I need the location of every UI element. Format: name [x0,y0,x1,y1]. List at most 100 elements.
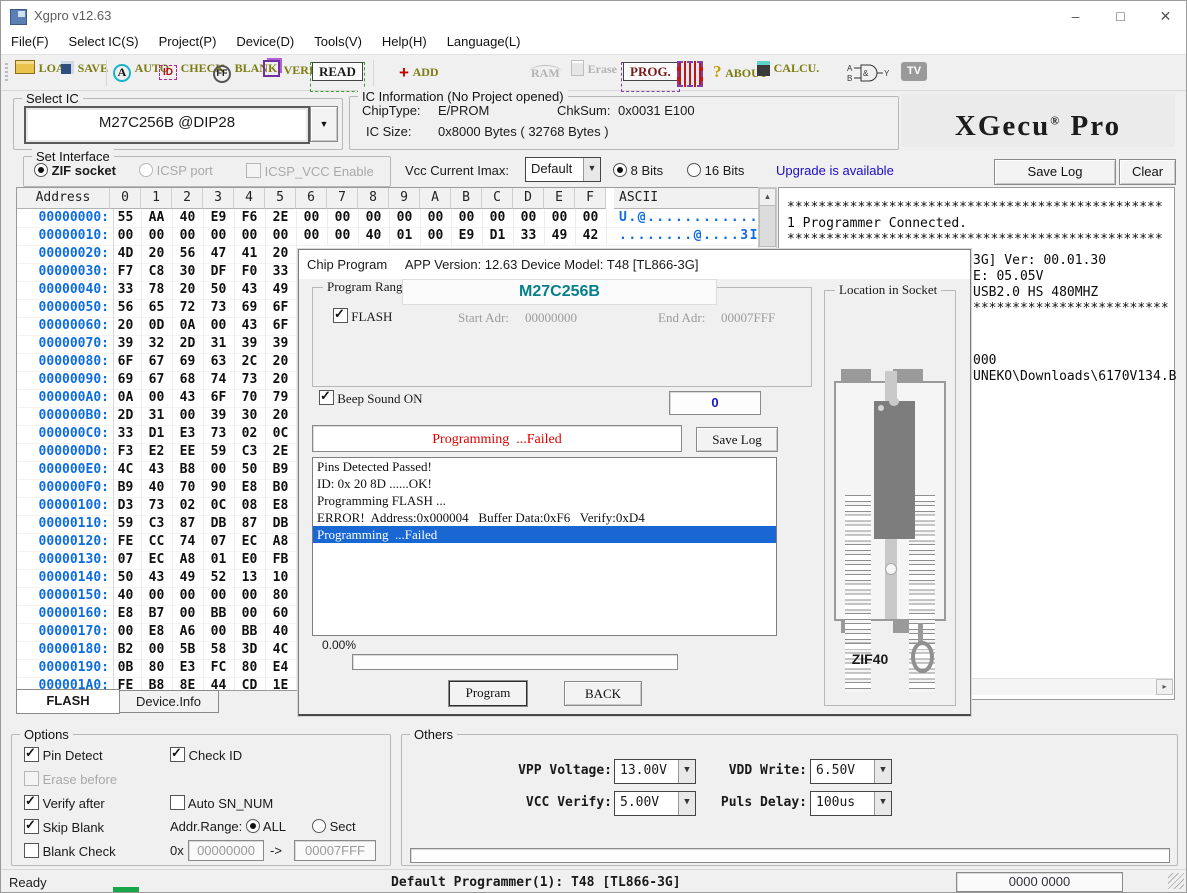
hex-byte[interactable]: CD [234,677,266,691]
hex-byte[interactable]: 49 [172,569,204,587]
hex-byte[interactable]: CC [141,533,173,551]
hex-byte[interactable]: 68 [172,371,204,389]
selected-ic-display[interactable]: M27C256B @DIP28 [24,106,310,144]
calcu-button[interactable]: CALCU. [757,60,819,86]
hex-byte[interactable]: 69 [234,299,266,317]
verify-after-checkbox[interactable]: Verify after [24,795,105,811]
maximize-button[interactable]: □ [1098,1,1143,31]
hex-byte[interactable]: 00 [203,317,235,335]
hex-byte[interactable]: 31 [203,335,235,353]
hex-byte[interactable]: 40 [358,227,390,245]
hex-byte[interactable]: 00 [296,209,328,227]
hex-byte[interactable]: 00 [544,209,576,227]
hex-byte[interactable]: 00 [141,587,173,605]
hex-byte[interactable]: 6F [265,299,297,317]
hex-byte[interactable]: 58 [203,641,235,659]
hex-byte[interactable]: 00 [203,227,235,245]
hex-byte[interactable]: 47 [203,245,235,263]
hex-byte[interactable]: FB [265,551,297,569]
hex-byte[interactable]: D1 [482,227,514,245]
hex-byte[interactable]: 30 [172,263,204,281]
hex-byte[interactable]: 00 [203,587,235,605]
hex-byte[interactable]: E3 [172,659,204,677]
hex-byte[interactable]: 80 [234,659,266,677]
hex-byte[interactable]: 73 [234,371,266,389]
hex-byte[interactable]: 50 [110,569,142,587]
vpp-voltage-combo[interactable]: 13.00V▼ [614,759,696,784]
hex-byte[interactable]: F3 [110,443,142,461]
dialog-log-list[interactable]: Pins Detected Passed!ID: 0x 20 8D ......… [312,457,777,636]
hex-byte[interactable]: 78 [141,281,173,299]
hex-byte[interactable]: B0 [265,479,297,497]
hex-byte[interactable]: D1 [141,425,173,443]
hex-byte[interactable]: 40 [172,209,204,227]
hex-byte[interactable]: 00 [172,227,204,245]
auto-sn-checkbox[interactable]: Auto SN_NUM [170,795,273,811]
hex-byte[interactable]: 2D [172,335,204,353]
hex-byte[interactable]: 72 [172,299,204,317]
menu-item-projectp[interactable]: Project(P) [149,31,227,54]
vcc-imax-combo[interactable]: Default ▼ [525,157,601,182]
hex-byte[interactable]: 43 [234,281,266,299]
hex-byte[interactable]: 43 [234,317,266,335]
logic-gate-button[interactable]: AB & Y [847,63,891,89]
dialog-log-item[interactable]: ERROR! Address:0x000004 Buffer Data:0xF6… [313,509,776,526]
hex-byte[interactable]: 13 [234,569,266,587]
hex-byte[interactable]: C3 [234,443,266,461]
hex-byte[interactable]: 50 [203,281,235,299]
hex-byte[interactable]: 00 [172,605,204,623]
hex-byte[interactable]: 59 [203,443,235,461]
hex-byte[interactable]: 79 [265,389,297,407]
read-button[interactable]: READ [310,62,365,92]
hex-byte[interactable]: 59 [110,515,142,533]
hex-byte[interactable]: 55 [110,209,142,227]
hex-byte[interactable]: 00 [234,227,266,245]
hex-byte[interactable]: 42 [575,227,607,245]
hex-byte[interactable]: 30 [234,407,266,425]
hex-byte[interactable]: EC [234,533,266,551]
hex-byte[interactable]: 4D [110,245,142,263]
hex-byte[interactable]: 0C [203,497,235,515]
bits16-radio[interactable]: 16 Bits [687,163,744,178]
hex-byte[interactable]: 00 [110,227,142,245]
hex-byte[interactable]: DB [265,515,297,533]
hex-byte[interactable]: B9 [265,461,297,479]
hex-byte[interactable]: 2D [110,407,142,425]
hex-byte[interactable]: 2C [234,353,266,371]
hex-byte[interactable]: 6F [203,389,235,407]
addr-all-radio[interactable]: ALL [246,819,286,834]
hex-byte[interactable]: E8 [141,623,173,641]
hex-byte[interactable]: 74 [203,371,235,389]
hex-byte[interactable]: 50 [234,461,266,479]
scroll-right-icon[interactable]: ▸ [1156,679,1173,695]
hex-byte[interactable]: 69 [172,353,204,371]
hex-byte[interactable]: 8E [172,677,204,691]
hex-byte[interactable]: 00 [451,209,483,227]
hex-byte[interactable]: 33 [110,281,142,299]
beep-checkbox[interactable]: Beep Sound ON [319,390,422,407]
hex-byte[interactable]: 39 [234,335,266,353]
prog-button[interactable]: PROG. [621,62,680,92]
hex-byte[interactable]: BB [234,623,266,641]
chevron-down-icon[interactable]: ▼ [678,760,695,783]
hex-byte[interactable]: 00 [265,227,297,245]
scroll-thumb[interactable] [759,205,776,247]
hex-byte[interactable]: 5B [172,641,204,659]
hex-byte[interactable]: 01 [203,551,235,569]
hex-byte[interactable]: B7 [141,605,173,623]
hex-byte[interactable]: B2 [110,641,142,659]
menu-item-toolsv[interactable]: Tools(V) [304,31,372,54]
hex-byte[interactable]: 43 [141,461,173,479]
puls-delay-combo[interactable]: 100us▼ [810,791,892,816]
chevron-down-icon[interactable]: ▼ [583,158,600,181]
hex-byte[interactable]: DB [203,515,235,533]
hex-byte[interactable]: 1E [265,677,297,691]
hex-byte[interactable]: 0A [110,389,142,407]
hex-byte[interactable]: 73 [203,299,235,317]
hex-byte[interactable]: 39 [265,335,297,353]
hex-byte[interactable]: C3 [141,515,173,533]
tv-button[interactable]: TV [901,62,927,88]
hex-byte[interactable]: 20 [141,245,173,263]
hex-byte[interactable]: 00 [327,227,359,245]
menu-item-deviced[interactable]: Device(D) [226,31,304,54]
